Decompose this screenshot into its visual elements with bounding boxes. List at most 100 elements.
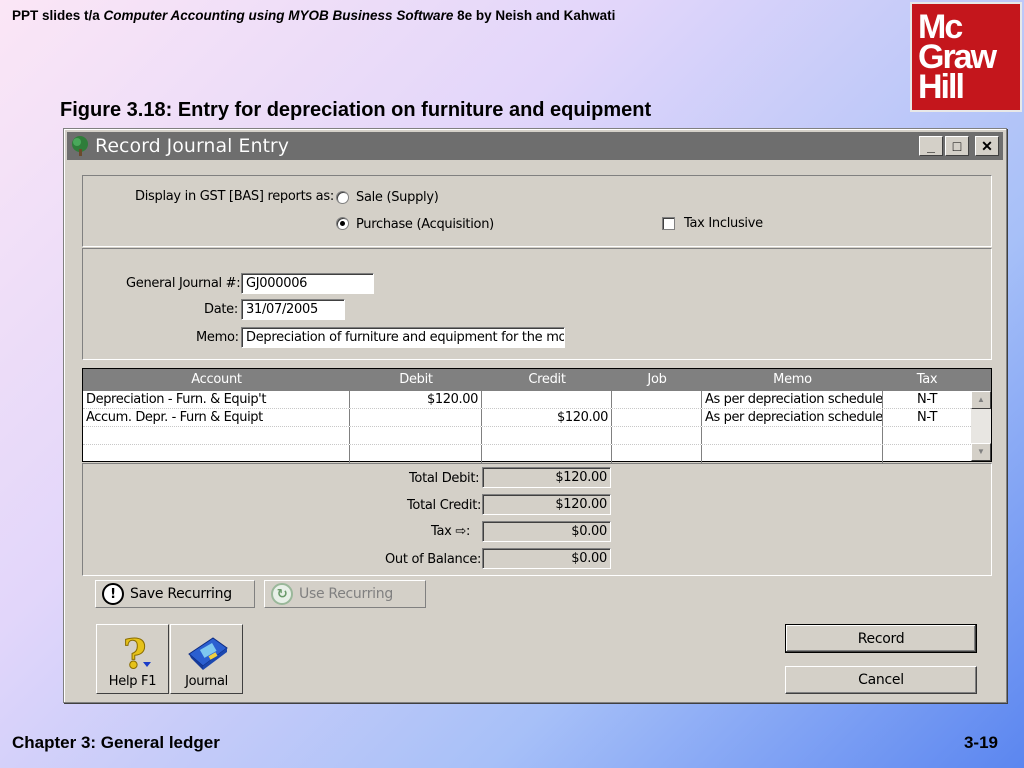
minimize-icon: _ xyxy=(927,138,935,154)
cell-memo[interactable]: As per depreciation schedule xyxy=(702,409,883,426)
radio-sale-label[interactable]: Sale (Supply) xyxy=(356,190,439,205)
date-field[interactable]: 31/07/2005 xyxy=(241,299,345,320)
table-row-empty[interactable] xyxy=(83,445,971,463)
total-debit-value: $120.00 xyxy=(482,467,611,488)
gst-panel xyxy=(82,175,992,247)
maximize-button[interactable]: □ xyxy=(945,136,969,156)
scroll-down-icon[interactable]: ▼ xyxy=(971,443,991,461)
cell-job[interactable] xyxy=(612,391,702,408)
cell-credit[interactable] xyxy=(482,391,612,408)
date-label: Date: xyxy=(204,302,238,317)
total-credit-value: $120.00 xyxy=(482,494,611,515)
save-recurring-icon: ! xyxy=(102,583,124,605)
close-icon: ✕ xyxy=(981,137,993,154)
table-row[interactable]: Accum. Depr. - Furn & Equipt $120.00 As … xyxy=(83,409,971,427)
cell-credit[interactable]: $120.00 xyxy=(482,409,612,426)
table-row-empty[interactable] xyxy=(83,427,971,445)
memo-field[interactable]: Depreciation of furniture and equipment … xyxy=(241,327,565,348)
col-credit[interactable]: Credit xyxy=(482,369,612,391)
tax-label: Tax ⇨: xyxy=(431,524,470,539)
journal-book-icon xyxy=(187,637,228,670)
radio-purchase[interactable] xyxy=(336,217,349,230)
zoom-arrow-icon[interactable]: ⇨ xyxy=(455,524,466,539)
help-question-icon: ? xyxy=(122,632,151,674)
cell-debit[interactable] xyxy=(350,409,482,426)
cell-empty[interactable] xyxy=(482,445,612,463)
journal-button[interactable]: Journal xyxy=(170,624,243,694)
header-prefix: PPT slides t/a xyxy=(12,8,104,23)
cell-tax[interactable]: N-T xyxy=(883,391,971,408)
minimize-button[interactable]: _ xyxy=(919,136,943,156)
header-suffix: 8e by Neish and Kahwati xyxy=(453,8,616,23)
grid-header: Account Debit Credit Job Memo Tax xyxy=(83,369,991,391)
grid-scrollbar[interactable]: ▲ ▼ xyxy=(971,391,991,461)
tax-label-text: Tax xyxy=(431,524,452,539)
cancel-button[interactable]: Cancel xyxy=(785,666,977,694)
cell-empty[interactable] xyxy=(702,445,883,463)
cell-tax[interactable]: N-T xyxy=(883,409,971,426)
scroll-up-icon[interactable]: ▲ xyxy=(971,391,991,409)
help-button[interactable]: ? Help F1 xyxy=(96,624,169,694)
tax-inclusive-checkbox[interactable] xyxy=(662,217,675,230)
col-debit[interactable]: Debit xyxy=(350,369,482,391)
gst-label: Display in GST [BAS] reports as: xyxy=(135,189,334,204)
journal-number-field[interactable]: GJ000006 xyxy=(241,273,374,294)
cell-empty[interactable] xyxy=(612,427,702,444)
col-job[interactable]: Job xyxy=(612,369,702,391)
tax-inclusive-label[interactable]: Tax Inclusive xyxy=(684,216,763,231)
slide-footer: Chapter 3: General ledger xyxy=(12,733,220,752)
cell-account[interactable]: Accum. Depr. - Furn & Equipt xyxy=(83,409,350,426)
tax-value: $0.00 xyxy=(482,521,611,542)
cell-memo[interactable]: As per depreciation schedule xyxy=(702,391,883,408)
title-bar[interactable]: Record Journal Entry _ □ ✕ xyxy=(67,132,1003,160)
total-debit-label: Total Debit: xyxy=(409,471,480,486)
col-tax[interactable]: Tax xyxy=(883,369,971,391)
record-label: Record xyxy=(857,630,905,647)
cell-empty[interactable] xyxy=(702,427,883,444)
save-recurring-button[interactable]: ! Save Recurring xyxy=(95,580,255,608)
col-account[interactable]: Account xyxy=(83,369,350,391)
out-of-balance-label: Out of Balance: xyxy=(385,552,482,567)
cell-account[interactable]: Depreciation - Furn. & Equip't xyxy=(83,391,350,408)
out-of-balance-value: $0.00 xyxy=(482,548,611,569)
slide-header: PPT slides t/a Computer Accounting using… xyxy=(12,8,615,23)
window-title: Record Journal Entry xyxy=(95,135,289,157)
cell-job[interactable] xyxy=(612,409,702,426)
slide-page-number: 3-19 xyxy=(963,733,998,752)
cell-empty[interactable] xyxy=(83,427,350,444)
use-recurring-icon: ↻ xyxy=(271,583,293,605)
cell-empty[interactable] xyxy=(883,427,971,444)
tax-label-colon: : xyxy=(466,524,471,539)
figure-title: Figure 3.18: Entry for depreciation on f… xyxy=(60,99,652,121)
record-button[interactable]: Record xyxy=(785,624,977,653)
cancel-label: Cancel xyxy=(858,672,904,688)
table-row[interactable]: Depreciation - Furn. & Equip't $120.00 A… xyxy=(83,391,971,409)
journal-number-label: General Journal #: xyxy=(126,276,241,291)
help-label: Help F1 xyxy=(108,674,157,689)
grid-body: Depreciation - Furn. & Equip't $120.00 A… xyxy=(83,391,971,463)
logo-line-3: Hill xyxy=(918,68,965,106)
close-button[interactable]: ✕ xyxy=(975,136,999,156)
cell-debit[interactable]: $120.00 xyxy=(350,391,482,408)
header-book-title: Computer Accounting using MYOB Business … xyxy=(103,8,454,23)
save-recurring-label: Save Recurring xyxy=(130,586,232,602)
svg-text:?: ? xyxy=(123,632,146,674)
memo-label: Memo: xyxy=(196,330,239,345)
cell-empty[interactable] xyxy=(83,445,350,463)
use-recurring-button[interactable]: ↻ Use Recurring xyxy=(264,580,426,608)
total-credit-label: Total Credit: xyxy=(407,498,482,513)
journal-lines-grid: Account Debit Credit Job Memo Tax Deprec… xyxy=(82,368,992,463)
maximize-icon: □ xyxy=(952,138,962,154)
use-recurring-label: Use Recurring xyxy=(299,586,393,602)
radio-sale[interactable] xyxy=(336,191,349,204)
cell-empty[interactable] xyxy=(350,445,482,463)
col-memo[interactable]: Memo xyxy=(702,369,883,391)
cell-empty[interactable] xyxy=(612,445,702,463)
cell-empty[interactable] xyxy=(482,427,612,444)
cell-empty[interactable] xyxy=(883,445,971,463)
radio-purchase-label[interactable]: Purchase (Acquisition) xyxy=(356,217,494,232)
journal-label: Journal xyxy=(185,674,228,689)
mcgraw-hill-logo: Mc Graw Hill xyxy=(910,2,1022,112)
cell-empty[interactable] xyxy=(350,427,482,444)
myob-tree-icon xyxy=(72,136,88,156)
